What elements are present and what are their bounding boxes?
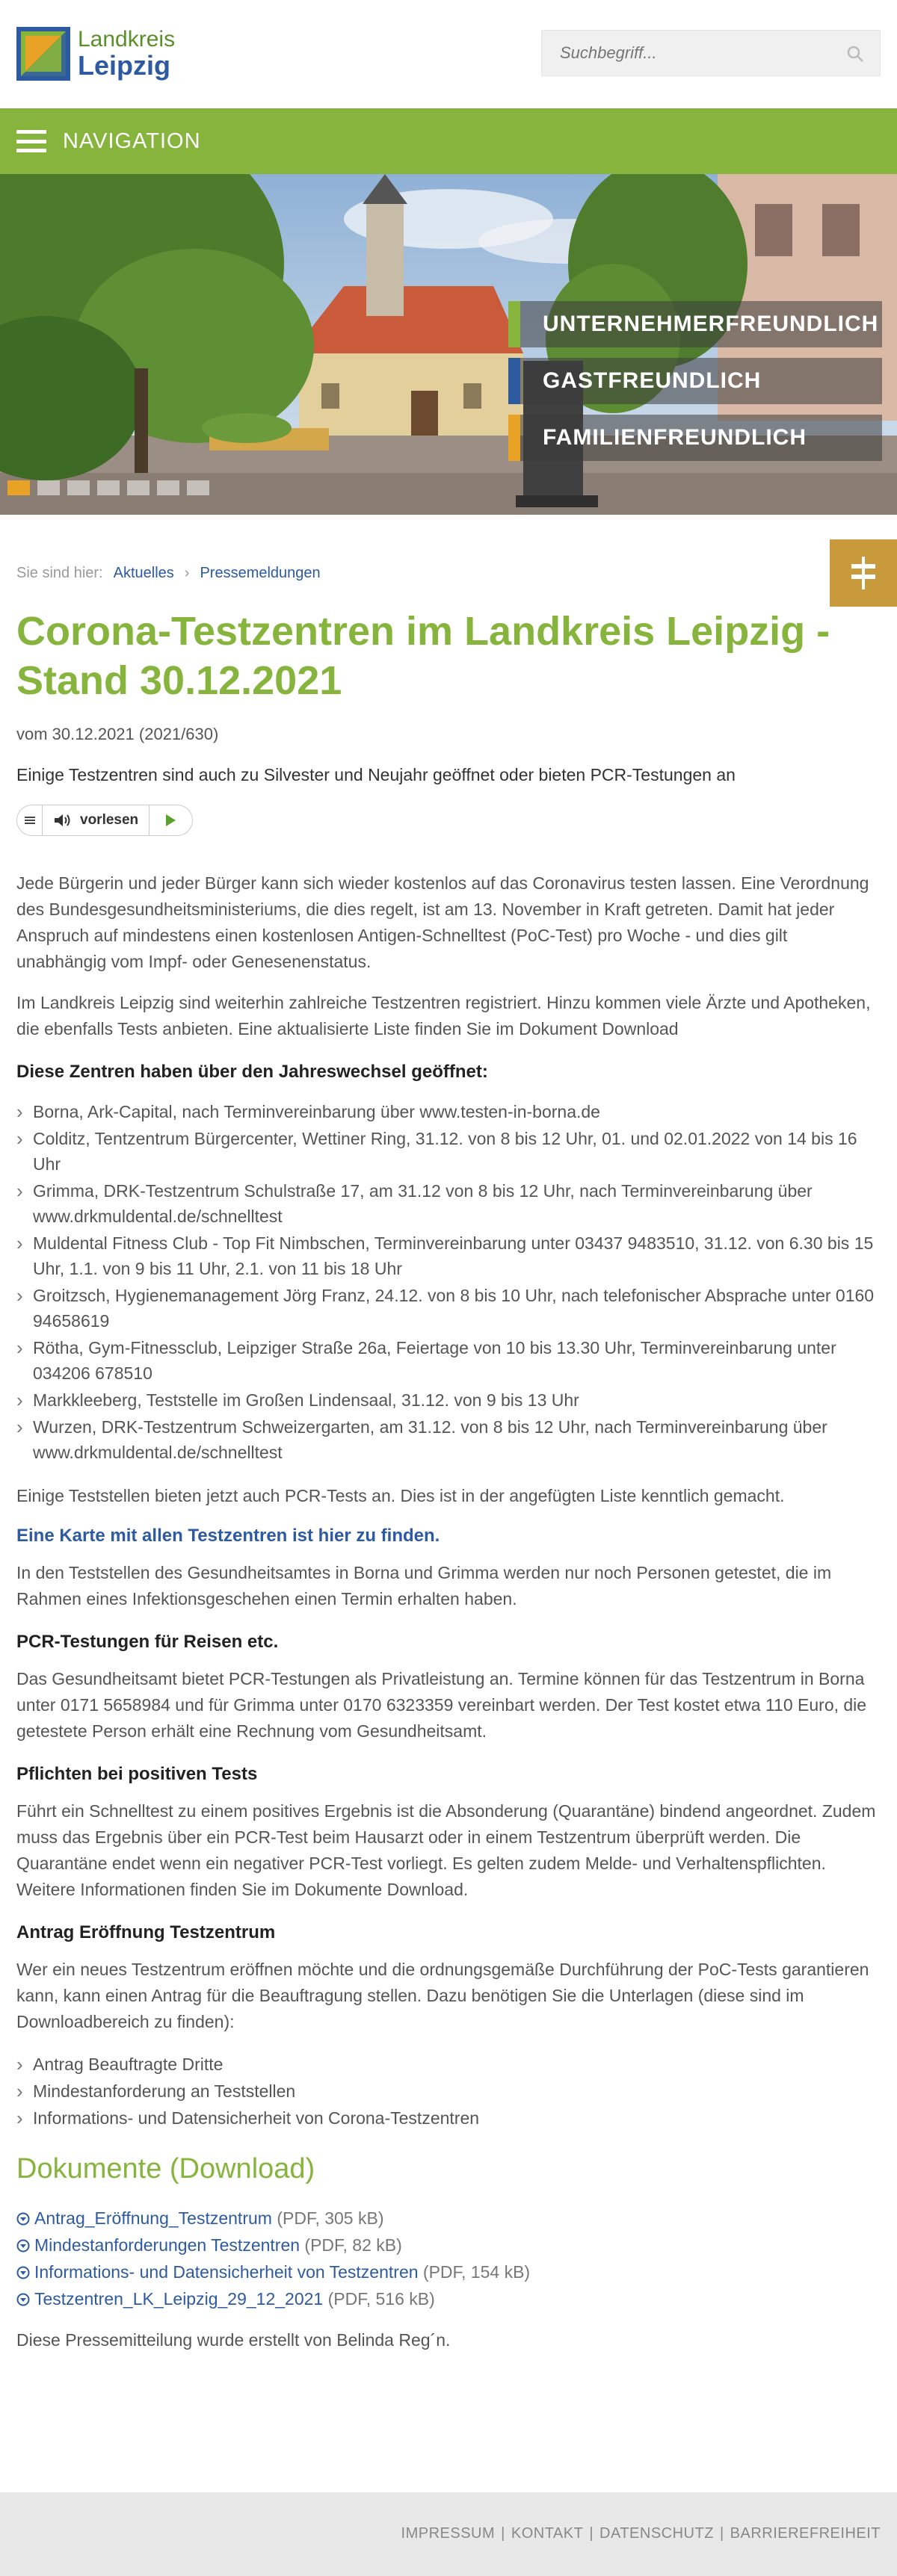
readspeaker-player: vorlesen — [16, 805, 193, 836]
slogan-1-text: UNTERNEHMERFREUNDLICH — [543, 312, 879, 336]
document-link[interactable]: Mindestanforderungen Testzentren — [34, 2235, 300, 2255]
article-date: vom 30.12.2021 (2021/630) — [16, 725, 219, 743]
play-icon — [166, 814, 176, 826]
navigation-label[interactable]: NAVIGATION — [63, 129, 201, 154]
list-item: Grimma, DRK-Testzentrum Schulstraße 17, … — [16, 1178, 881, 1229]
download-icon — [16, 2293, 30, 2306]
document-item: Antrag_Eröffnung_Testzentrum (PDF, 305 k… — [16, 2205, 881, 2232]
heading-antrag: Antrag Eröffnung Testzentrum — [16, 1922, 276, 1942]
logo-line-1: Landkreis — [78, 27, 176, 52]
slogan-3-text: FAMILIENFREUNDLICH — [543, 425, 807, 450]
breadcrumb-prefix: Sie sind hier: — [16, 565, 103, 581]
document-meta: (PDF, 154 kB) — [422, 2262, 531, 2282]
breadcrumb-link-pressemeldungen[interactable]: Pressemeldungen — [200, 565, 320, 582]
heading-positive-tests: Pflichten bei positiven Tests — [16, 1764, 258, 1784]
list-item: Rötha, Gym-Fitnessclub, Leipziger Straße… — [16, 1335, 881, 1386]
paragraph-positive-tests: Führt ein Schnelltest zu einem positives… — [16, 1801, 876, 1899]
list-item: Wurzen, DRK-Testzentrum Schweizergarten,… — [16, 1414, 881, 1465]
author-note: Diese Pressemitteilung wurde erstellt vo… — [16, 2330, 451, 2350]
hero-slogans: UNTERNEHMERFREUNDLICH GASTFREUNDLICH FAM… — [508, 301, 882, 471]
paragraph-health-office: In den Teststellen des Gesundheitsamtes … — [16, 1563, 832, 1609]
site-logo[interactable]: Landkreis Leipzig — [16, 22, 181, 85]
paragraph-registry: Im Landkreis Leipzig sind weiterhin zahl… — [16, 993, 871, 1038]
document-item: Testzentren_LK_Leipzig_29_12_2021 (PDF, … — [16, 2285, 881, 2312]
list-item: Informations- und Datensicherheit von Co… — [16, 2105, 881, 2131]
list-item: Colditz, Tentzentrum Bürgercenter, Wetti… — [16, 1126, 881, 1177]
footer-link-kontakt[interactable]: KONTAKT — [511, 2525, 583, 2542]
hamburger-icon[interactable] — [16, 130, 46, 152]
list-item: Borna, Ark-Capital, nach Terminvereinbar… — [16, 1099, 881, 1124]
readspeaker-menu-button[interactable] — [17, 805, 43, 835]
search-icon[interactable] — [847, 46, 863, 62]
map-link[interactable]: Eine Karte mit allen Testzentren ist hie… — [16, 1526, 881, 1546]
document-link[interactable]: Antrag_Eröffnung_Testzentrum — [34, 2208, 272, 2228]
download-icon — [16, 2239, 30, 2253]
document-link[interactable]: Informations- und Datensicherheit von Te… — [34, 2262, 419, 2282]
slider-dot[interactable] — [187, 480, 209, 495]
article-content: Corona-Testzentren im Landkreis Leipzig … — [16, 607, 881, 2353]
document-item: Informations- und Datensicherheit von Te… — [16, 2258, 881, 2285]
document-meta: (PDF, 516 kB) — [327, 2289, 435, 2309]
readspeaker-play-button[interactable] — [150, 805, 191, 835]
paragraph-pcr-note: Einige Teststellen bieten jetzt auch PCR… — [16, 1486, 785, 1505]
document-meta: (PDF, 82 kB) — [304, 2235, 402, 2255]
document-item: Mindestanforderungen Testzentren (PDF, 8… — [16, 2232, 881, 2258]
navigation-bar[interactable]: NAVIGATION — [0, 108, 897, 174]
antrag-list: Antrag Beauftragte Dritte Mindestanforde… — [16, 2052, 881, 2131]
slogan-1[interactable]: UNTERNEHMERFREUNDLICH — [508, 301, 882, 347]
hero-slider: UNTERNEHMERFREUNDLICH GASTFREUNDLICH FAM… — [0, 174, 897, 515]
page-title: Corona-Testzentren im Landkreis Leipzig … — [16, 609, 830, 703]
readspeaker-label: vorlesen — [80, 812, 139, 828]
list-item: Groitzsch, Hygienemanagement Jörg Franz,… — [16, 1283, 881, 1334]
heading-open-centers: Diese Zentren haben über den Jahreswechs… — [16, 1062, 488, 1082]
document-link[interactable]: Testzentren_LK_Leipzig_29_12_2021 — [34, 2289, 323, 2309]
download-icon — [16, 2266, 30, 2279]
slider-dot[interactable] — [127, 480, 150, 495]
menu-icon — [24, 817, 35, 824]
breadcrumb: Sie sind hier: Aktuelles › Pressemeldung… — [16, 565, 321, 582]
breadcrumb-link-aktuelles[interactable]: Aktuelles — [114, 565, 174, 582]
list-item: Antrag Beauftragte Dritte — [16, 2052, 881, 2077]
paragraph-pcr-travel: Das Gesundheitsamt bietet PCR-Testungen … — [16, 1669, 867, 1741]
footer-link-barrierefreiheit[interactable]: BARRIEREFREIHEIT — [730, 2525, 881, 2542]
search-input[interactable] — [542, 31, 880, 75]
page-footer: IMPRESSUM | KONTAKT | DATENSCHUTZ | BARRIEREFR… — [0, 2492, 897, 2576]
speaker-icon — [55, 814, 70, 826]
heading-pcr-travel: PCR-Testungen für Reisen etc. — [16, 1632, 279, 1652]
footer-links: IMPRESSUM | KONTAKT | DATENSCHUTZ | BARRIEREFR… — [401, 2525, 881, 2542]
slogan-3[interactable]: FAMILIENFREUNDLICH — [508, 415, 882, 461]
list-item: Markkleeberg, Teststelle im Großen Linde… — [16, 1387, 881, 1413]
slogan-2[interactable]: GASTFREUNDLICH — [508, 358, 882, 404]
logo-line-2: Leipzig — [78, 50, 170, 81]
open-centers-list: Borna, Ark-Capital, nach Terminvereinbar… — [16, 1099, 881, 1465]
list-item: Muldental Fitness Club - Top Fit Nimbsch… — [16, 1230, 881, 1281]
slogan-2-text: GASTFREUNDLICH — [543, 368, 762, 393]
slider-dot[interactable] — [67, 480, 90, 495]
slider-dots — [7, 480, 217, 495]
search-box — [541, 30, 881, 76]
breadcrumb-separator: › — [184, 565, 190, 581]
signpost-icon — [851, 557, 875, 589]
document-meta: (PDF, 305 kB) — [277, 2208, 384, 2228]
footer-link-impressum[interactable]: IMPRESSUM — [401, 2525, 496, 2542]
heading-documents: Dokumente (Download) — [16, 2153, 315, 2185]
article-lead: Einige Testzentren sind auch zu Silveste… — [16, 765, 736, 784]
readspeaker-button[interactable]: vorlesen — [43, 805, 150, 835]
documents-list: Antrag_Eröffnung_Testzentrum (PDF, 305 k… — [16, 2205, 881, 2312]
list-item: Mindestanforderung an Teststellen — [16, 2078, 881, 2104]
paragraph-antrag: Wer ein neues Testzentrum eröffnen möcht… — [16, 1960, 869, 2031]
signpost-button[interactable] — [830, 539, 897, 607]
page-header: Landkreis Leipzig — [0, 0, 897, 108]
slider-dot[interactable] — [157, 480, 179, 495]
slider-dot[interactable] — [97, 480, 120, 495]
slider-dot[interactable] — [37, 480, 60, 495]
download-icon — [16, 2212, 30, 2226]
logo-mark-icon — [16, 27, 70, 81]
footer-link-datenschutz[interactable]: DATENSCHUTZ — [599, 2525, 714, 2542]
slider-dot[interactable] — [7, 480, 30, 495]
paragraph-intro: Jede Bürgerin und jeder Bürger kann sich… — [16, 873, 869, 971]
